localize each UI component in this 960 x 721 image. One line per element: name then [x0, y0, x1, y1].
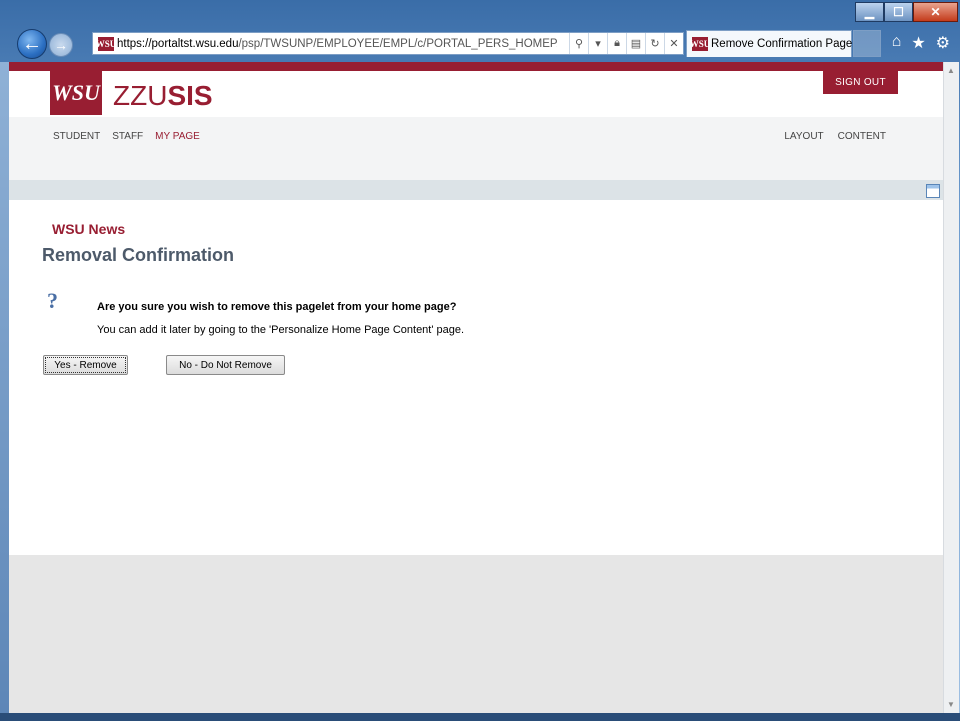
compat-icon[interactable]: ▤	[626, 33, 645, 54]
search-icon[interactable]: ⚲	[569, 33, 588, 54]
lock-icon[interactable]: 🔒︎	[607, 33, 626, 54]
nav-content[interactable]: CONTENT	[838, 131, 886, 142]
nav-staff[interactable]: STAFF	[112, 131, 143, 142]
stop-icon[interactable]: ✕	[664, 33, 683, 54]
page-title: Removal Confirmation	[42, 245, 235, 265]
close-window-button[interactable]: ✕	[913, 2, 958, 22]
site-name-prefix: ZZU	[113, 80, 168, 111]
no-do-not-remove-button[interactable]: No - Do Not Remove	[166, 355, 285, 375]
divider-bar	[9, 180, 943, 200]
browser-tab[interactable]: WSU Remove Confirmation Page	[686, 30, 852, 57]
maximize-button[interactable]: ☐	[884, 2, 913, 22]
scroll-up-icon[interactable]: ▲	[947, 66, 955, 75]
address-tools: ⚲ ▾ 🔒︎ ▤ ↻ ✕	[569, 33, 683, 54]
main-nav: STUDENT STAFF MY PAGE LAYOUT CONTENT	[9, 117, 943, 180]
scroll-down-icon[interactable]: ▼	[947, 700, 955, 709]
site-name: ZZUSIS	[113, 80, 213, 112]
browser-toolbar-icons: ⌂ ★ ⚙	[892, 33, 950, 53]
tab-title: Remove Confirmation Page	[711, 38, 853, 50]
wsu-logo[interactable]: WSU	[50, 71, 102, 115]
address-bar[interactable]: WSU https://portaltst.wsu.edu/psp/TWSUNP…	[92, 32, 684, 55]
window-bottom-border	[0, 713, 960, 721]
dropdown-icon[interactable]: ▾	[588, 33, 607, 54]
gear-icon[interactable]: ⚙	[936, 33, 950, 53]
browser-window: ▁ ☐ ✕ ← → WSU https://portaltst.wsu.edu/…	[0, 0, 960, 721]
vertical-scrollbar[interactable]: ▲ ▼	[943, 62, 959, 713]
nav-student[interactable]: STUDENT	[53, 131, 100, 142]
nav-right: LAYOUT CONTENT	[784, 131, 886, 142]
confirmation-note: You can add it later by going to the 'Pe…	[97, 324, 465, 336]
question-icon: ?	[47, 288, 58, 313]
nav-my-page[interactable]: MY PAGE	[155, 131, 200, 142]
refresh-icon[interactable]: ↻	[645, 33, 664, 54]
sign-out-button[interactable]: SIGN OUT	[823, 71, 898, 94]
tab-favicon-icon: WSU	[689, 37, 711, 51]
browser-chrome: ▁ ☐ ✕ ← → WSU https://portaltst.wsu.edu/…	[0, 0, 960, 62]
pagelet-title: WSU News	[52, 221, 126, 237]
nav-layout[interactable]: LAYOUT	[784, 131, 823, 142]
window-controls: ▁ ☐ ✕	[855, 2, 958, 22]
favorites-star-icon[interactable]: ★	[911, 33, 925, 53]
page-viewport: WSU ZZUSIS SIGN OUT STUDENT STAFF MY PAG…	[9, 62, 943, 713]
yes-remove-button[interactable]: Yes - Remove	[43, 355, 128, 375]
url-host: portaltst.wsu.edu	[151, 37, 239, 50]
site-name-suffix: SIS	[167, 80, 213, 111]
window-left-border	[0, 62, 9, 713]
confirmation-content: WSU News Removal Confirmation ? Are you …	[9, 200, 943, 555]
minimize-button[interactable]: ▁	[855, 2, 884, 22]
nav-left: STUDENT STAFF MY PAGE	[53, 131, 200, 142]
url-text[interactable]: https://portaltst.wsu.edu/psp/TWSUNP/EMP…	[117, 38, 557, 50]
url-prefix: https://	[117, 37, 152, 50]
back-arrow-icon[interactable]: ←	[17, 29, 47, 59]
page-footer-area	[9, 555, 943, 713]
home-icon[interactable]: ⌂	[892, 33, 902, 53]
url-path: /psp/TWSUNP/EMPLOYEE/EMPL/c/PORTAL_PERS_…	[238, 37, 557, 50]
new-tab-button[interactable]	[853, 30, 881, 57]
page-options-icon[interactable]	[926, 184, 940, 198]
site-favicon-icon: WSU	[95, 36, 117, 51]
brand-bar	[9, 62, 943, 71]
forward-arrow-icon[interactable]: →	[49, 33, 73, 57]
confirmation-question: Are you sure you wish to remove this pag…	[97, 301, 457, 313]
